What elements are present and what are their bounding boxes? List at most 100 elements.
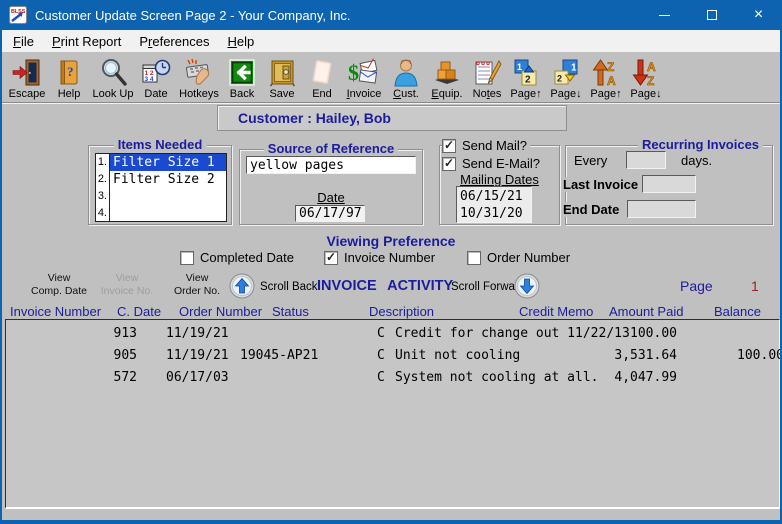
invoice-number-checkbox[interactable] — [324, 250, 338, 265]
look-up-button[interactable]: Look Up — [90, 53, 136, 101]
list-item[interactable]: 1. Filter Size 1 — [96, 154, 226, 171]
column-header: Description — [369, 304, 435, 319]
customer-person-icon — [392, 56, 420, 87]
end-button[interactable]: End — [302, 53, 342, 101]
page-down-icon: 1 2 — [551, 56, 581, 87]
notes-button[interactable]: Notes — [468, 53, 506, 101]
cell-order-number: 19045-AP21 — [240, 348, 319, 363]
table-row[interactable]: 913 11/19/21 C Credit for change out 11/… — [6, 326, 779, 343]
invoice-money-icon: $ — [348, 56, 380, 87]
recurring-invoices-group: Recurring Invoices Every days. Last Invo… — [561, 137, 773, 225]
menu-help[interactable]: Help — [218, 31, 263, 52]
source-of-reference-input[interactable]: yellow pages — [246, 156, 416, 174]
toolbar-label: Page↓ — [630, 88, 662, 100]
column-header: Status — [272, 304, 309, 319]
every-days-input[interactable] — [626, 151, 666, 169]
last-invoice-input[interactable] — [642, 175, 696, 193]
cell-status: C — [377, 326, 385, 341]
escape-button[interactable]: Escape — [6, 53, 48, 101]
item-number: 1. — [96, 154, 110, 171]
date-label: Date — [317, 190, 345, 205]
sort-page-up-button[interactable]: Z A Page↑ — [586, 53, 626, 101]
item-number: 4. — [96, 204, 110, 221]
menu-file[interactable]: File — [4, 31, 43, 52]
end-date-input[interactable] — [627, 200, 696, 218]
item-text — [110, 204, 226, 221]
title-bar: BLSS Customer Update Screen Page 2 - You… — [2, 0, 780, 30]
maximize-button[interactable] — [688, 0, 735, 30]
send-mail-checkbox[interactable] — [442, 138, 456, 153]
toolbar-label: Invoice — [346, 88, 382, 100]
list-item[interactable]: 4. — [96, 204, 226, 221]
customer-button[interactable]: Cust. — [386, 53, 426, 101]
customer-banner: Customer : Hailey, Bob — [217, 105, 567, 131]
completed-date-checkbox[interactable] — [180, 250, 194, 265]
scroll-back-button[interactable] — [229, 273, 255, 299]
end-card-icon — [307, 56, 337, 87]
cell-invoice-number: 905 — [113, 348, 137, 363]
send-email-option: Send E-Mail? — [442, 156, 540, 171]
toolbar-label: Escape — [8, 88, 46, 100]
window-title: Customer Update Screen Page 2 - Your Com… — [35, 7, 351, 23]
svg-text:2: 2 — [525, 75, 531, 86]
menu-preferences[interactable]: Preferences — [130, 31, 218, 52]
minimize-button[interactable] — [641, 0, 688, 30]
mailing-date[interactable]: 06/15/21 — [460, 188, 528, 205]
mailing-date[interactable]: 10/31/20 — [460, 205, 528, 222]
toolbar-label: Save — [269, 88, 295, 100]
table-row[interactable]: 572 06/17/03 C System not cooling at all… — [6, 370, 779, 387]
close-icon: × — [753, 6, 764, 23]
page-number: 1 — [751, 278, 759, 294]
help-book-icon: ? — [54, 56, 84, 87]
sort-za-up-icon: Z A — [591, 56, 621, 87]
items-needed-group: Items Needed 1. Filter Size 1 2. Filter … — [88, 137, 232, 225]
items-needed-list[interactable]: 1. Filter Size 1 2. Filter Size 2 3. 4. — [95, 153, 227, 222]
help-button[interactable]: ? Help — [48, 53, 90, 101]
page-up-button[interactable]: 1 2 Page↑ — [506, 53, 546, 101]
items-needed-title: Items Needed — [113, 137, 207, 152]
page-down-button[interactable]: 1 2 Page↓ — [546, 53, 586, 101]
scroll-forward-button[interactable] — [514, 273, 540, 299]
column-header: C. Date — [117, 304, 162, 319]
send-email-checkbox[interactable] — [442, 156, 456, 171]
save-button[interactable]: Save — [262, 53, 302, 101]
order-number-option: Order Number — [467, 250, 570, 265]
reference-date-input[interactable]: 06/17/97 — [295, 205, 365, 222]
scroll-down-arrow-icon — [514, 273, 540, 299]
table-row[interactable]: 905 11/19/21 19045-AP21 C Unit not cooli… — [6, 348, 780, 365]
column-header: Credit Memo — [519, 304, 594, 319]
save-safe-icon — [267, 56, 297, 87]
every-label: Every — [574, 153, 608, 168]
close-button[interactable]: × — [735, 0, 780, 30]
view-comp-date-button[interactable]: View Comp. Date — [22, 272, 96, 297]
cell-amount-paid: 4,047.99 — [614, 370, 677, 385]
svg-text:A: A — [647, 60, 656, 74]
view-button-line: View — [185, 272, 209, 284]
order-number-label: Order Number — [487, 250, 571, 265]
toolbar-label: Back — [229, 88, 255, 100]
list-item[interactable]: 3. — [96, 187, 226, 205]
hotkeys-button[interactable]: Hotkeys — [176, 53, 222, 101]
list-item[interactable]: 2. Filter Size 2 — [96, 170, 226, 188]
date-button[interactable]: 1 2 3 4 Date — [136, 53, 176, 101]
back-button[interactable]: Back — [222, 53, 262, 101]
svg-text:A: A — [607, 74, 616, 87]
svg-text:$: $ — [348, 60, 359, 85]
toolbar-separator — [2, 102, 780, 104]
equipment-button[interactable]: Equip. — [426, 53, 468, 101]
blss-logo-icon: BLSS — [9, 6, 27, 24]
days-label: days. — [681, 153, 713, 168]
sort-page-down-button[interactable]: A Z Page↓ — [626, 53, 666, 101]
view-order-no-button[interactable]: View Order No. — [160, 272, 234, 297]
page-label: Page — [680, 278, 713, 294]
toolbar-label: Equip. — [431, 88, 463, 100]
svg-text:Z: Z — [607, 60, 614, 74]
invoice-button[interactable]: $ Invoice — [342, 53, 386, 101]
toolbar-label: Notes — [472, 88, 502, 100]
mailing-dates-list[interactable]: 06/15/21 10/31/20 — [456, 186, 532, 223]
toolbar: Escape ? Help Look Up 1 2 3 4 Date Hotke… — [6, 53, 666, 101]
order-number-checkbox[interactable] — [467, 250, 481, 265]
view-button-line: View — [47, 272, 71, 284]
column-header: Balance — [714, 304, 761, 319]
menu-print-report[interactable]: Print Report — [43, 31, 130, 52]
